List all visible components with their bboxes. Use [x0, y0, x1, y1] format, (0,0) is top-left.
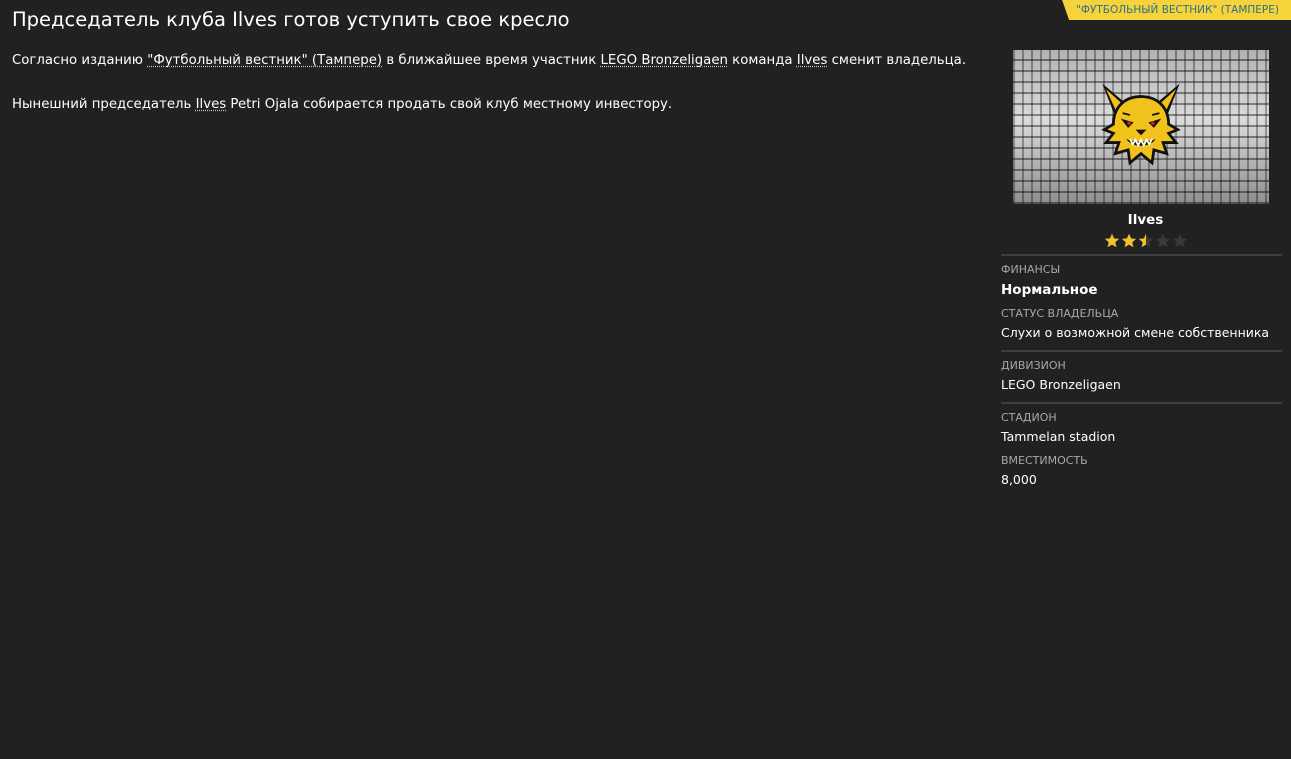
star-icon [1155, 233, 1170, 248]
finance-value: Нормальное [1001, 282, 1098, 298]
star-icon [1138, 233, 1153, 248]
stadium-label: СТАДИОН [1001, 411, 1057, 424]
capacity-value: 8,000 [1001, 472, 1037, 487]
club-info-panel: Ilves ФИНАНСЫ Нормальное СТАТУС ВЛАДЕЛЬЦ… [1001, 50, 1282, 497]
divider [1001, 350, 1282, 352]
finance-label: ФИНАНСЫ [1001, 263, 1061, 276]
text-segment: Petri Ojala собирается продать свой клуб… [226, 97, 673, 112]
club-rating [1001, 233, 1282, 249]
text-segment: команда [727, 53, 797, 68]
text-segment: сменит владельца. [827, 53, 967, 68]
lynx-crest-icon [1101, 83, 1181, 166]
source-tag[interactable]: "ФУТБОЛЬНЫЙ ВЕСТНИК" (ТАМПЕРЕ) [1062, 0, 1291, 20]
article-paragraph-2: Нынешний председатель Ilves Petri Ojala … [12, 95, 972, 115]
capacity-label: ВМЕСТИМОСТЬ [1001, 454, 1088, 467]
division-label: ДИВИЗИОН [1001, 359, 1066, 372]
text-segment: Нынешний председатель [12, 97, 196, 112]
text-segment: Согласно изданию [12, 53, 148, 68]
article-body: Согласно изданию "Футбольный вестник" (Т… [12, 51, 972, 139]
owner-status-label: СТАТУС ВЛАДЕЛЬЦА [1001, 307, 1119, 320]
divider [1001, 254, 1282, 256]
star-icon [1172, 233, 1187, 248]
star-icon [1121, 233, 1136, 248]
star-icon [1104, 233, 1119, 248]
club-link[interactable]: Ilves [797, 53, 828, 68]
division-value[interactable]: LEGO Bronzeligaen [1001, 376, 1282, 394]
club-link[interactable]: Ilves [196, 97, 227, 112]
article-paragraph-1: Согласно изданию "Футбольный вестник" (Т… [12, 51, 972, 71]
club-photo[interactable] [1013, 50, 1269, 204]
page-title: Председатель клуба Ilves готов уступить … [12, 8, 570, 31]
owner-status-value: Слухи о возможной смене собственника [1001, 325, 1270, 340]
club-name[interactable]: Ilves [1001, 212, 1282, 228]
source-link[interactable]: "Футбольный вестник" (Тампере) [147, 53, 382, 68]
text-segment: в ближайшее время участник [382, 53, 601, 68]
league-link[interactable]: LEGO Bronzeligaen [601, 53, 728, 68]
stadium-value: Tammelan stadion [1001, 429, 1116, 444]
divider [1001, 402, 1282, 404]
